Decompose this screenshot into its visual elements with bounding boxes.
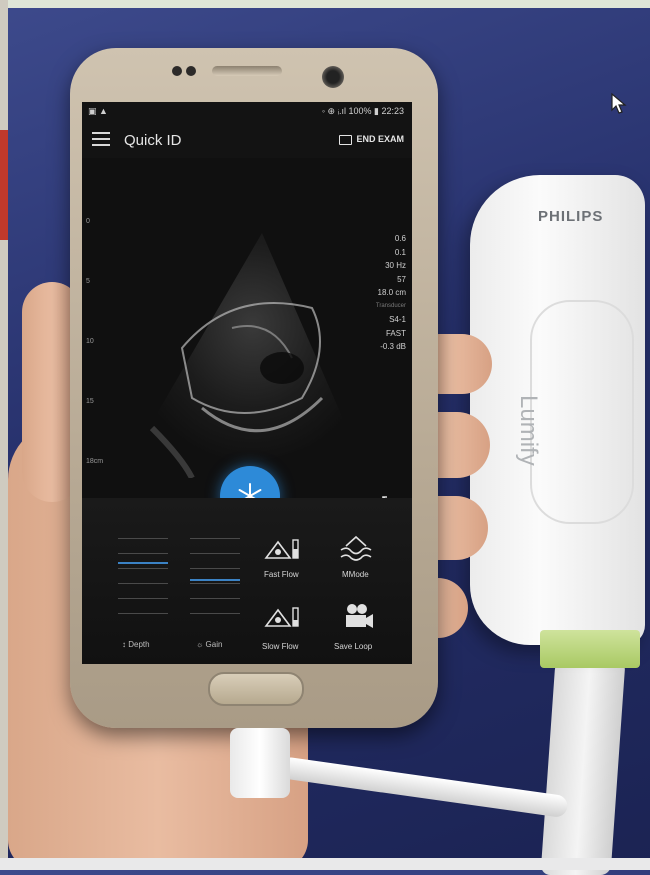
control-panel: ↕ Depth ☼ Gain Fast Flow MMode Slow Flow xyxy=(82,498,412,664)
mouse-pointer-icon xyxy=(611,92,627,114)
slow-flow-icon[interactable] xyxy=(264,604,300,632)
status-left-icons: ▣ ▲ xyxy=(88,106,108,116)
end-exam-label: END EXAM xyxy=(356,134,404,144)
save-loop-label[interactable]: Save Loop xyxy=(334,642,372,651)
param-label: Transducer xyxy=(375,302,406,309)
app-bar: Quick ID END EXAM xyxy=(82,122,412,158)
depth-slider[interactable] xyxy=(118,528,168,618)
mmode-label[interactable]: MMode xyxy=(342,570,369,579)
usb-cable xyxy=(278,756,569,819)
video-camera-icon[interactable] xyxy=(340,602,376,630)
end-exam-button[interactable]: END EXAM xyxy=(339,134,404,145)
probe-model-label: Lumify xyxy=(515,395,542,466)
param-value: 30 Hz xyxy=(385,261,406,270)
param-value: FAST xyxy=(385,328,406,338)
gain-slider[interactable] xyxy=(190,528,240,618)
probe-brand-label: PHILIPS xyxy=(538,208,604,225)
depth-tick: 5 xyxy=(86,278,90,285)
status-right-info: ◦ ⊕ ᵢ.ıl 100% ▮ 22:23 xyxy=(321,106,404,116)
red-side-tab xyxy=(0,130,8,240)
depth-label: ↕ Depth xyxy=(122,640,150,649)
probe-cable xyxy=(540,660,626,875)
depth-tick: 0 xyxy=(86,218,90,225)
depth-slider-indicator xyxy=(118,562,168,564)
sensor-dot xyxy=(172,66,182,76)
sensor-dot xyxy=(186,66,196,76)
window-bottom-strip xyxy=(0,858,650,870)
end-exam-icon xyxy=(339,134,353,145)
param-value: 0.6 xyxy=(394,234,406,243)
depth-tick: 10 xyxy=(86,338,94,345)
usb-connector xyxy=(230,728,290,798)
home-button[interactable] xyxy=(208,672,304,706)
mmode-icon[interactable] xyxy=(338,534,374,562)
echo-sector xyxy=(137,233,347,478)
fast-flow-icon[interactable] xyxy=(264,536,300,564)
status-bar: ▣ ▲ ◦ ⊕ ᵢ.ıl 100% ▮ 22:23 xyxy=(82,102,412,122)
window-top-strip xyxy=(0,0,650,8)
param-value: 18.0 cm xyxy=(377,288,406,297)
app-title: Quick ID xyxy=(124,132,182,149)
gain-label: ☼ Gain xyxy=(196,640,223,649)
hamburger-menu-icon[interactable] xyxy=(92,132,110,146)
fast-flow-label[interactable]: Fast Flow xyxy=(264,570,299,579)
depth-tick: 18cm xyxy=(86,458,104,465)
depth-scale: 0 5 10 15 18cm xyxy=(86,218,104,498)
param-value: 57 xyxy=(397,274,406,284)
probe-grip-panel xyxy=(530,300,634,524)
imaging-parameters: 0.6 0.1 30 Hz 57 18.0 cm Transducer S4-1… xyxy=(346,232,406,354)
phone-screen: ▣ ▲ ◦ ⊕ ᵢ.ıl 100% ▮ 22:23 Quick ID END E… xyxy=(82,102,412,664)
slow-flow-label[interactable]: Slow Flow xyxy=(262,642,298,651)
param-value: -0.3 dB xyxy=(380,342,406,351)
gain-slider-indicator xyxy=(190,579,240,581)
depth-tick: 15 xyxy=(86,398,94,405)
probe-neck xyxy=(540,630,640,668)
front-camera xyxy=(322,66,344,88)
ultrasound-image[interactable]: 0 5 10 15 18cm 0.6 0.1 30 Hz 57 18.0 cm … xyxy=(82,158,412,515)
param-value: 0.1 xyxy=(394,247,406,257)
earpiece-speaker xyxy=(212,66,282,76)
param-value: S4-1 xyxy=(389,315,406,324)
